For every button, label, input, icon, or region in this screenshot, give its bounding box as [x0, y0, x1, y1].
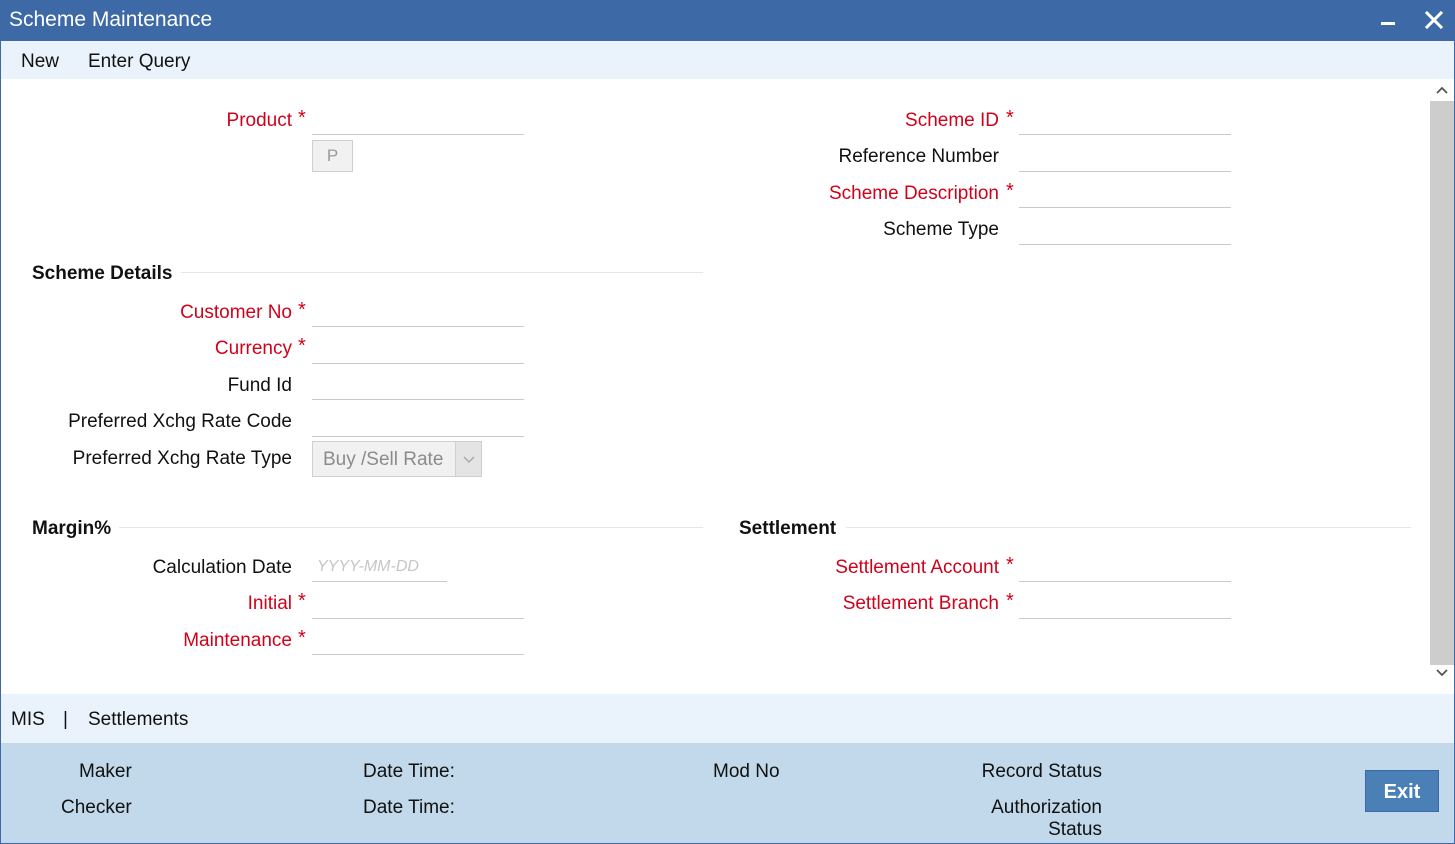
scheme-type-label: Scheme Type [883, 219, 999, 240]
fund-id-label: Fund Id [227, 375, 292, 396]
window-title: Scheme Maintenance [9, 8, 213, 31]
required-marker: * [1006, 554, 1014, 576]
reference-number-input[interactable] [1019, 171, 1231, 172]
maker-label: Maker [79, 761, 132, 782]
currency-label: Currency [214, 338, 292, 359]
required-marker: * [1006, 107, 1014, 129]
settlement-account-label: Settlement Account [835, 557, 999, 578]
mod-no-label: Mod No [713, 761, 780, 782]
enter-query-button[interactable]: Enter Query [88, 51, 190, 73]
xchg-rate-type-select[interactable]: Buy /Sell Rate [312, 441, 482, 477]
exit-button[interactable]: Exit [1365, 770, 1439, 812]
calculation-date-label: Calculation Date [152, 557, 292, 578]
toolbar: New Enter Query [0, 41, 1455, 79]
scheme-id-label: Scheme ID [905, 110, 999, 131]
chevron-down-icon[interactable] [455, 442, 481, 476]
scrollbar-thumb[interactable] [1430, 101, 1454, 665]
scheme-description-label: Scheme Description [828, 183, 999, 204]
settlement-account-input[interactable] [1019, 581, 1231, 582]
customer-no-input[interactable] [312, 326, 524, 327]
authorization-status-label-line1: Authorization [991, 797, 1102, 818]
settlement-branch-label: Settlement Branch [842, 593, 999, 614]
required-marker: * [298, 299, 306, 321]
scheme-id-input[interactable] [1019, 134, 1231, 135]
initial-label: Initial [247, 593, 292, 614]
required-marker: * [1006, 180, 1014, 202]
maintenance-label: Maintenance [183, 630, 292, 651]
xchg-rate-code-input[interactable] [312, 436, 524, 437]
settlement-heading: Settlement [739, 518, 837, 539]
xchg-rate-type-label: Preferred Xchg Rate Type [72, 448, 292, 469]
checker-label: Checker [61, 797, 132, 818]
audit-footer: Maker Checker Date Time: Date Time: Mod … [0, 743, 1455, 844]
required-marker: * [298, 335, 306, 357]
tab-separator: | [63, 709, 68, 730]
vertical-scrollbar[interactable] [1430, 79, 1454, 684]
required-marker: * [298, 627, 306, 649]
calculation-date-underline [312, 581, 447, 582]
maker-date-time-label: Date Time: [363, 761, 455, 782]
chevron-down-icon[interactable] [1430, 662, 1454, 684]
customer-no-label: Customer No [180, 302, 292, 323]
subsystem-tabs: MIS | Settlements [0, 694, 1455, 743]
required-marker: * [298, 590, 306, 612]
settlement-branch-input[interactable] [1019, 618, 1231, 619]
record-status-label: Record Status [981, 761, 1102, 782]
chevron-up-icon[interactable] [1430, 79, 1454, 101]
section-divider [846, 527, 1411, 528]
currency-input[interactable] [312, 363, 524, 364]
initial-input[interactable] [312, 618, 524, 619]
tab-mis[interactable]: MIS [11, 709, 45, 731]
product-lov-button[interactable]: P [312, 140, 353, 172]
authorization-status-label-line2: Status [1048, 819, 1102, 840]
scheme-description-input[interactable] [1019, 207, 1231, 208]
checker-date-time-label: Date Time: [363, 797, 455, 818]
product-input[interactable] [312, 134, 524, 135]
scheme-type-input[interactable] [1019, 244, 1231, 245]
reference-number-label: Reference Number [838, 146, 999, 167]
margin-heading: Margin% [32, 518, 112, 539]
calculation-date-input[interactable]: YYYY-MM-DD [317, 558, 419, 576]
xchg-rate-code-label: Preferred Xchg Rate Code [68, 411, 292, 432]
section-divider [119, 527, 703, 528]
close-icon[interactable] [1420, 6, 1448, 34]
section-divider [181, 272, 703, 273]
maintenance-input[interactable] [312, 654, 524, 655]
minimize-icon[interactable] [1373, 6, 1401, 34]
tab-settlements[interactable]: Settlements [88, 709, 188, 731]
required-marker: * [1006, 590, 1014, 612]
product-label: Product [226, 110, 292, 131]
xchg-rate-type-value: Buy /Sell Rate [323, 449, 444, 470]
form-area: Product * P Scheme ID * Reference Number… [0, 79, 1455, 694]
required-marker: * [298, 107, 306, 129]
scheme-details-heading: Scheme Details [32, 263, 173, 284]
new-button[interactable]: New [21, 51, 59, 73]
fund-id-input[interactable] [312, 399, 524, 400]
title-bar: Scheme Maintenance [0, 0, 1455, 41]
